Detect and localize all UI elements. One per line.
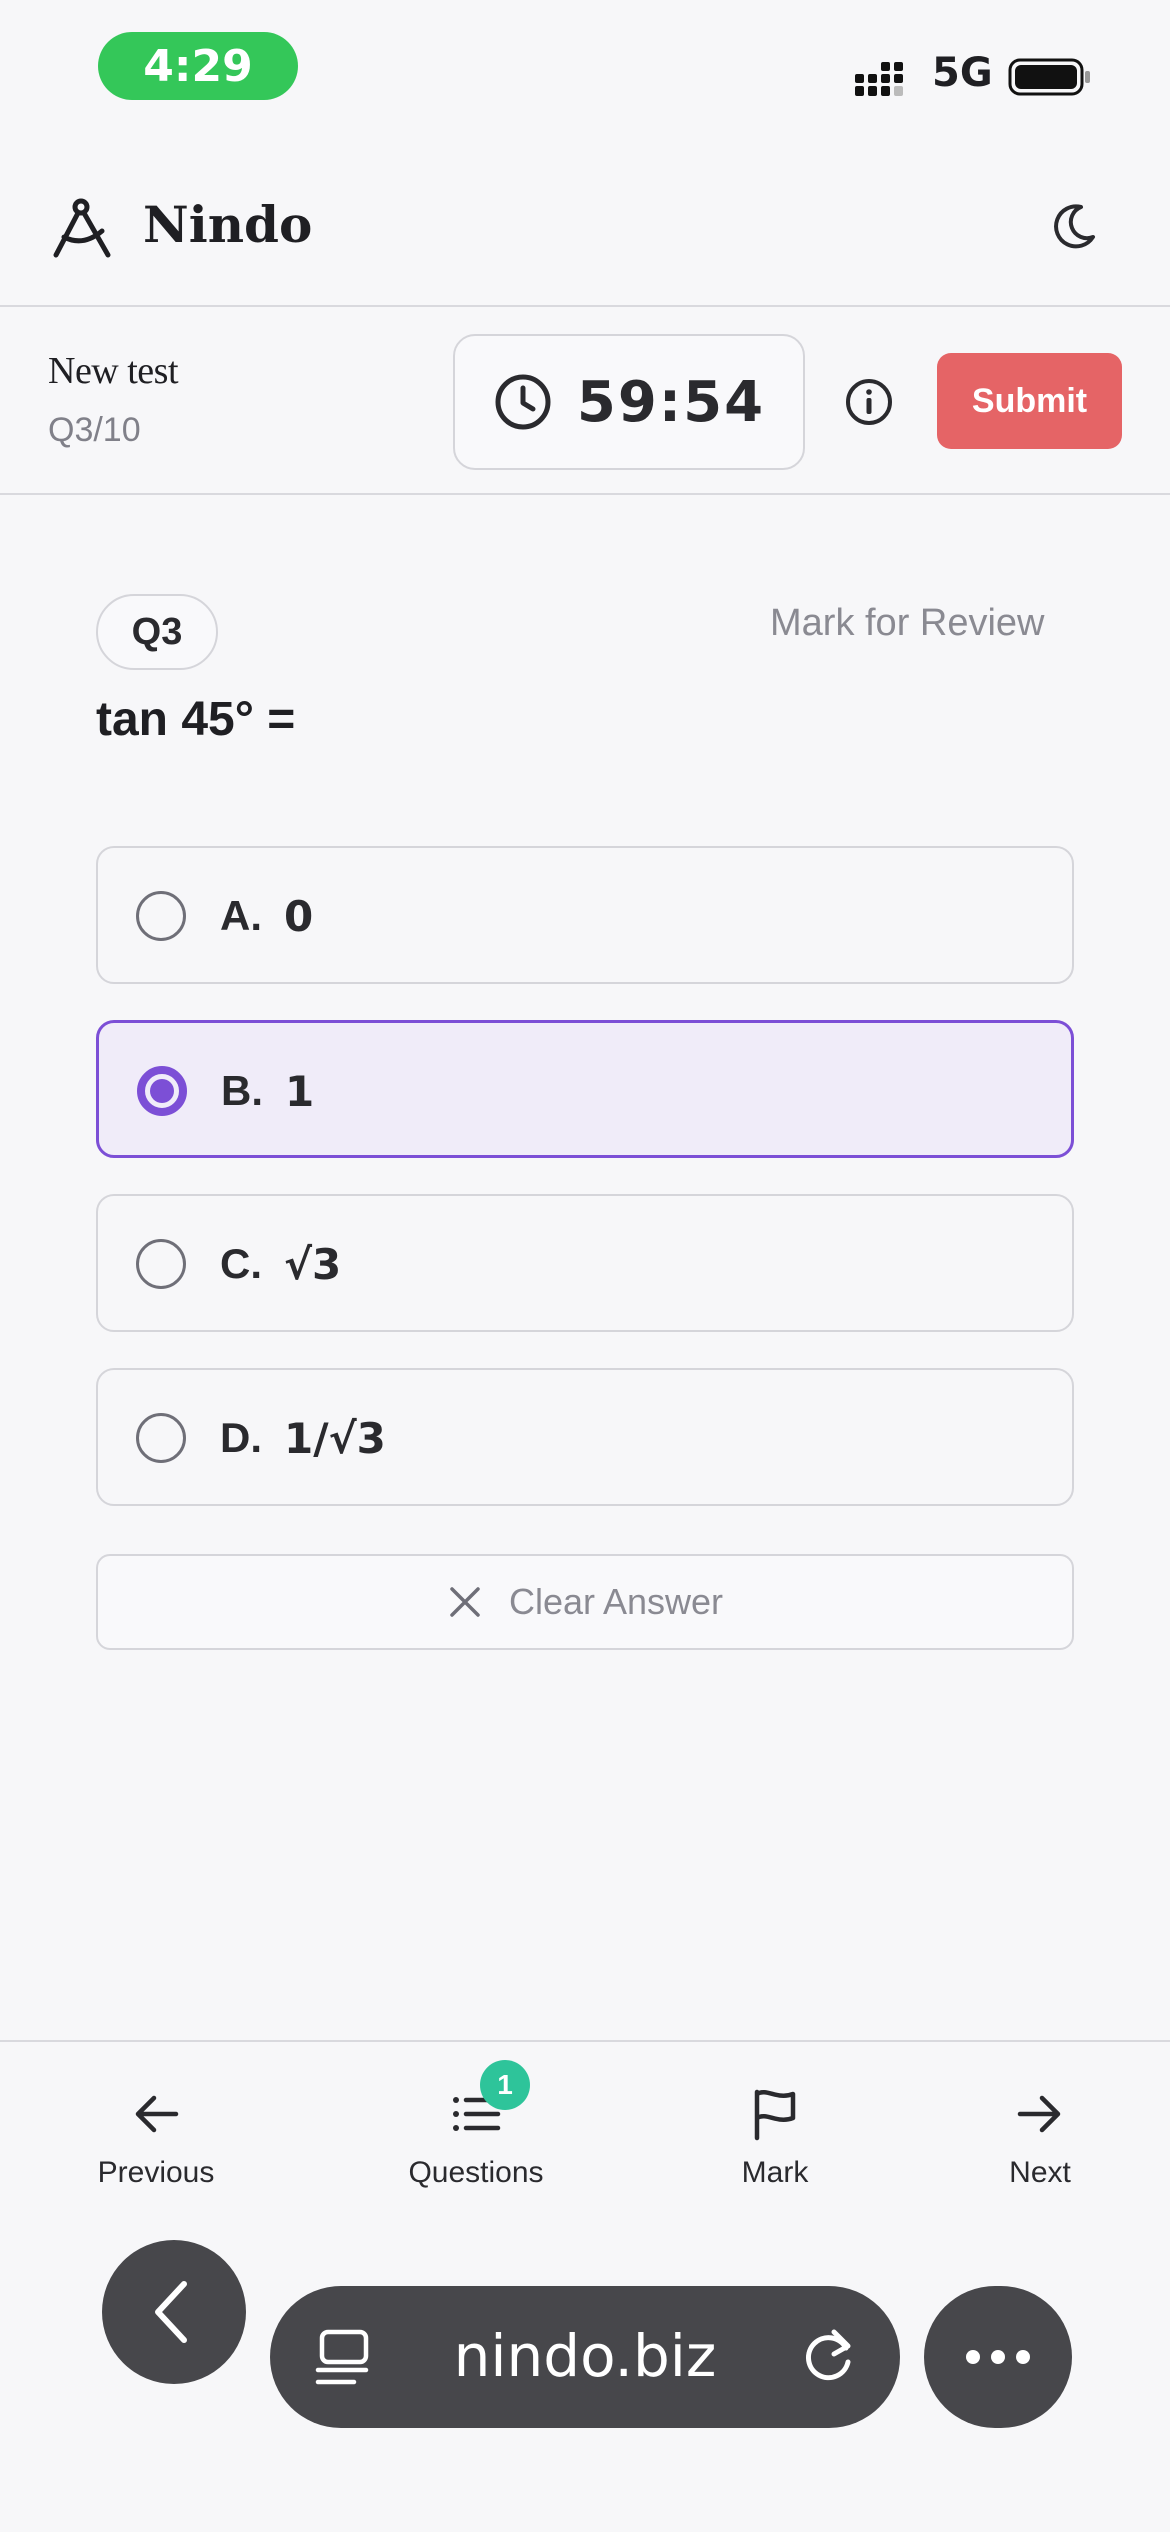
more-icon bbox=[966, 2350, 1030, 2364]
chevron-left-icon bbox=[155, 2281, 187, 2343]
moon-icon[interactable] bbox=[1045, 199, 1101, 255]
test-bar: New test Q3/10 59:54 Submit bbox=[0, 309, 1170, 495]
question-number-badge: Q3 bbox=[96, 594, 218, 670]
radio-icon[interactable] bbox=[136, 1239, 186, 1289]
network-label: 5G bbox=[932, 50, 993, 96]
option-text: 1/√3 bbox=[284, 1414, 386, 1463]
option-text: √3 bbox=[284, 1240, 342, 1289]
close-icon bbox=[450, 1587, 480, 1617]
nav-label: Mark bbox=[741, 2156, 809, 2189]
clock-icon bbox=[495, 374, 551, 430]
option-letter: A. bbox=[220, 892, 262, 939]
nav-label: Questions bbox=[408, 2156, 544, 2189]
option-letter: D. bbox=[220, 1414, 262, 1461]
nav-next[interactable]: Next bbox=[950, 2042, 1130, 2238]
battery-icon bbox=[1008, 58, 1090, 96]
radio-icon[interactable] bbox=[136, 891, 186, 941]
status-bar: 4:29 5G bbox=[0, 0, 1170, 135]
radio-selected-icon[interactable] bbox=[137, 1066, 187, 1116]
browser-back-button[interactable] bbox=[102, 2240, 246, 2384]
brand-name[interactable]: Nindo bbox=[143, 195, 312, 254]
radio-icon[interactable] bbox=[136, 1413, 186, 1463]
list-icon: 1 bbox=[448, 2060, 530, 2142]
browser-url-bar[interactable]: nindo.biz bbox=[270, 2286, 900, 2428]
submit-button[interactable]: Submit bbox=[937, 353, 1122, 449]
signal-icon bbox=[855, 62, 903, 96]
clear-answer-button[interactable]: Clear Answer bbox=[96, 1554, 1074, 1650]
reload-icon[interactable] bbox=[800, 2328, 858, 2386]
option-c[interactable]: C. √3 bbox=[96, 1194, 1074, 1332]
compass-logo-icon[interactable] bbox=[48, 193, 118, 263]
test-progress: Q3/10 bbox=[48, 411, 141, 449]
browser-more-button[interactable] bbox=[924, 2286, 1072, 2428]
arrow-left-icon bbox=[135, 2095, 179, 2133]
nav-label: Previous bbox=[97, 2156, 215, 2189]
question-text: tan 45° = bbox=[96, 693, 296, 746]
nav-label: Next bbox=[1009, 2156, 1071, 2189]
option-b[interactable]: B. 1 bbox=[96, 1020, 1074, 1158]
info-icon[interactable] bbox=[844, 377, 894, 427]
status-time: 4:29 bbox=[98, 32, 298, 100]
nav-mark[interactable]: Mark bbox=[685, 2042, 865, 2238]
app-header: Nindo bbox=[0, 155, 1170, 307]
nav-previous[interactable]: Previous bbox=[66, 2042, 246, 2238]
flag-icon bbox=[754, 2089, 796, 2141]
bottom-nav: Previous 1 Questions Mark Next bbox=[0, 2040, 1170, 2236]
option-text: 0 bbox=[284, 892, 314, 941]
option-text: 1 bbox=[285, 1067, 315, 1116]
option-d[interactable]: D. 1/√3 bbox=[96, 1368, 1074, 1506]
clear-answer-label: Clear Answer bbox=[508, 1581, 724, 1622]
option-letter: B. bbox=[221, 1067, 263, 1114]
test-name: New test bbox=[48, 350, 179, 392]
timer-value: 59:54 bbox=[576, 369, 766, 435]
option-a[interactable]: A. 0 bbox=[96, 846, 1074, 984]
timer: 59:54 bbox=[453, 334, 805, 470]
nav-questions[interactable]: 1 Questions bbox=[386, 2042, 566, 2238]
questions-count-badge: 1 bbox=[480, 2060, 530, 2110]
arrow-right-icon bbox=[1017, 2095, 1061, 2133]
option-letter: C. bbox=[220, 1240, 262, 1287]
mark-for-review-link[interactable]: Mark for Review bbox=[770, 602, 1045, 645]
